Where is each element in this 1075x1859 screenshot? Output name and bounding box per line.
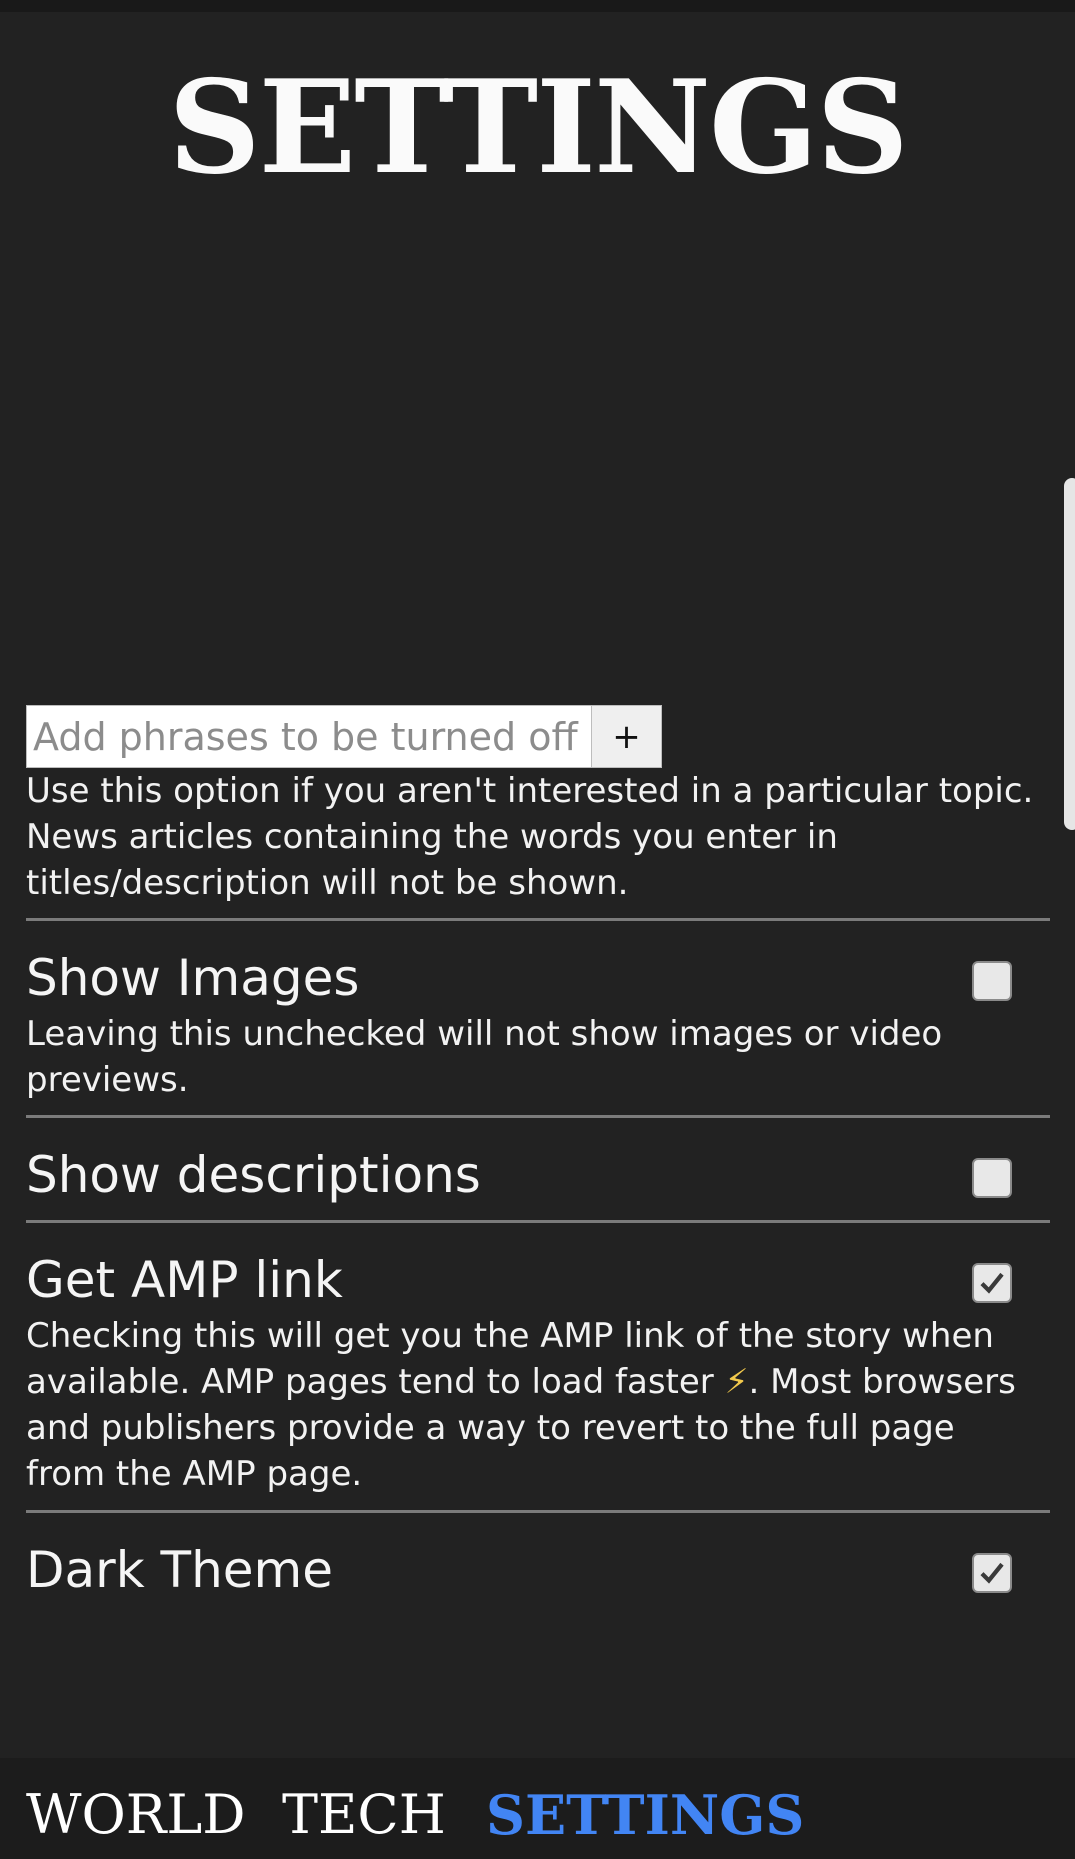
show-images-checkbox[interactable] — [972, 961, 1012, 1001]
show-descriptions-checkbox[interactable] — [972, 1158, 1012, 1198]
add-phrase-button[interactable]: + — [591, 705, 662, 768]
checkmark-icon — [980, 1272, 1004, 1294]
phrase-filter-help: Use this option if you aren't interested… — [26, 771, 1034, 903]
nav-world[interactable]: WORLD — [26, 1780, 246, 1850]
get-amp-link-checkbox[interactable] — [972, 1263, 1012, 1303]
lightning-icon: ⚡ — [724, 1362, 749, 1402]
divider — [26, 1510, 1050, 1513]
page-title: SETTINGS — [168, 53, 909, 203]
phrase-input[interactable] — [26, 705, 591, 768]
scroll-handle[interactable] — [1064, 478, 1075, 830]
checkmark-icon — [980, 1562, 1004, 1584]
divider — [26, 1115, 1050, 1118]
nav-tech[interactable]: TECH — [282, 1780, 446, 1850]
nav-settings[interactable]: SETTINGS — [486, 1780, 804, 1850]
dark-theme-checkbox[interactable] — [972, 1553, 1012, 1593]
phrase-filter-row: + — [26, 705, 662, 768]
divider — [26, 1220, 1050, 1223]
get-amp-link-label: Get AMP link — [26, 1251, 343, 1309]
show-images-label: Show Images — [26, 949, 360, 1007]
status-bar — [0, 0, 1075, 12]
show-descriptions-label: Show descriptions — [26, 1146, 481, 1204]
show-images-description: Leaving this unchecked will not show ima… — [26, 1014, 943, 1100]
divider — [26, 918, 1050, 921]
dark-theme-label: Dark Theme — [26, 1541, 334, 1599]
get-amp-link-description: Checking this will get you the AMP link … — [26, 1316, 1016, 1494]
